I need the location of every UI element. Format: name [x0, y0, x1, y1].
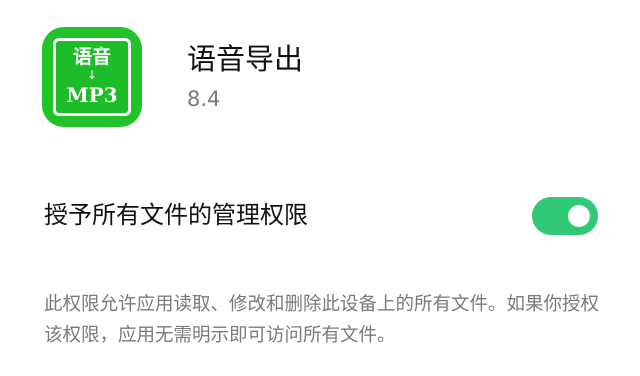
app-icon-format: MP3	[66, 83, 118, 107]
app-icon: 语音 ↓ MP3	[42, 27, 142, 127]
toggle-knob	[568, 205, 590, 227]
app-icon-title: 语音	[72, 46, 111, 68]
all-files-access-toggle[interactable]	[532, 197, 598, 235]
permission-label: 授予所有文件的管理权限	[44, 201, 308, 229]
permission-description: 此权限允许应用读取、修改和删除此设备上的所有文件。如果你授权该权限，应用无需明示…	[44, 294, 600, 346]
voice-to-mp3-icon: 语音 ↓ MP3	[53, 38, 131, 116]
down-arrow-icon: ↓	[86, 68, 98, 82]
app-name: 语音导出	[187, 42, 304, 76]
app-header: 语音 ↓ MP3 语音导出 8.4	[42, 27, 602, 129]
app-version: 8.4	[187, 87, 221, 111]
all-files-access-setting[interactable]: 授予所有文件的管理权限	[0, 182, 640, 250]
